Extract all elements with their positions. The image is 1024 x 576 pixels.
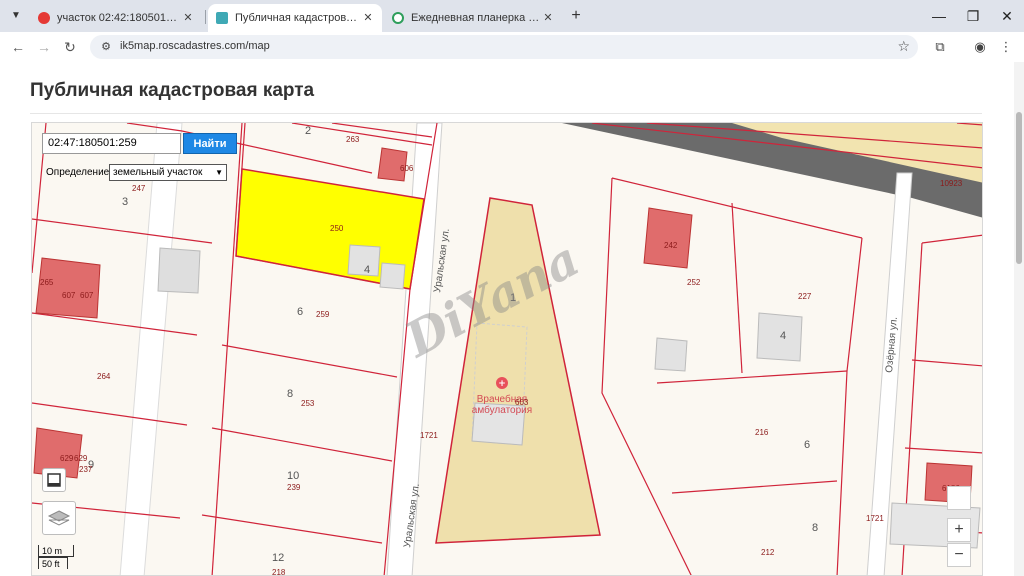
svg-text:+: + xyxy=(498,379,506,389)
block-number-label: 8 xyxy=(287,388,293,400)
building-grey xyxy=(379,262,406,290)
parcel-number-label: 237 xyxy=(79,465,93,474)
page-scrollbar[interactable] xyxy=(1014,62,1024,576)
parcel-number-label: 10923 xyxy=(940,179,963,188)
cadastral-map[interactable]: + Врачебная амбулатория Уральская ул. Ура… xyxy=(31,122,983,576)
back-arrow-icon[interactable]: ← xyxy=(8,37,28,57)
parcel-number-label: 263 xyxy=(346,135,360,144)
definition-label: Определение: xyxy=(46,167,113,178)
page-title: Публичная кадастровая карта xyxy=(30,80,315,101)
tab-planerka[interactable]: Ежедневная планерка с опера ✕ xyxy=(384,4,562,32)
parcel-number-label: 1721 xyxy=(420,431,438,440)
parcel-number-label: 629 xyxy=(60,454,74,463)
tab-uchastok[interactable]: участок 02:42:180501:259 — Ян ✕ xyxy=(30,4,202,32)
block-number-label: 2 xyxy=(305,125,311,137)
tab-close-icon[interactable]: ✕ xyxy=(360,10,376,26)
scrollbar-thumb[interactable] xyxy=(1016,112,1022,264)
parcel-hospital[interactable] xyxy=(435,197,601,544)
block-number-label: 4 xyxy=(780,330,786,342)
window-close-icon[interactable]: ✕ xyxy=(990,0,1024,32)
minimize-icon[interactable]: — xyxy=(922,0,956,32)
west-road xyxy=(119,123,183,575)
block-number-label: 6 xyxy=(297,306,303,318)
definition-select[interactable]: земельный участок ▼ xyxy=(109,164,227,181)
map-favicon-icon xyxy=(216,12,228,24)
find-button[interactable]: Найти xyxy=(183,133,237,154)
tab-separator xyxy=(205,10,206,24)
zoom-out-button[interactable]: − xyxy=(947,543,971,567)
block-number-label: 4 xyxy=(364,264,370,276)
map-canvas[interactable]: + Врачебнаяамбулатория Уральская ул. Ура… xyxy=(32,123,983,576)
building xyxy=(643,207,693,269)
block-number-label: 10 xyxy=(287,470,299,482)
parcel-number-label: 250 xyxy=(330,224,344,233)
parcel-number-label: 603 xyxy=(515,398,529,407)
title-divider xyxy=(30,113,982,114)
page-content: Публичная кадастровая карта + Врачебная … xyxy=(0,62,1024,576)
street-label: Уральская ул. xyxy=(432,228,452,294)
search-panel: 02:47:180501:259 Найти Определение: земе… xyxy=(42,131,240,184)
building xyxy=(35,257,101,319)
block-number-label: 12 xyxy=(272,552,284,564)
parcel-number-label: 227 xyxy=(798,292,812,301)
parcel-number-label: 264 xyxy=(97,372,111,381)
layers-icon xyxy=(47,510,71,526)
profile-avatar-icon[interactable]: ◉ xyxy=(970,37,990,57)
building-grey xyxy=(157,247,201,294)
tab-search-chevron-icon[interactable]: ▼ xyxy=(6,6,26,26)
cadastral-search-input[interactable]: 02:47:180501:259 xyxy=(42,133,181,154)
browser-tab-bar: ▼ участок 02:42:180501:259 — Ян ✕ Публич… xyxy=(0,0,1024,32)
definition-value: земельный участок xyxy=(113,167,203,178)
fullscreen-button[interactable] xyxy=(947,486,971,510)
parcel-number-label: 629 xyxy=(74,454,88,463)
parcel-number-label: 242 xyxy=(664,241,678,250)
parcel-number-label: 218 xyxy=(272,568,286,576)
parcel-number-label: 239 xyxy=(287,483,301,492)
tab-title: участок 02:42:180501:259 — Ян xyxy=(57,12,180,24)
scale-bar: 10 m 50 ft xyxy=(38,545,98,569)
address-bar[interactable]: ⚙ ik5map.roscadastres.com/map ☆ xyxy=(90,35,918,59)
block-number-label: 6 xyxy=(804,439,810,451)
scale-metric: 10 m xyxy=(38,545,74,557)
building-grey xyxy=(654,337,688,372)
tab-title: Публичная кадастровая карта xyxy=(235,12,360,24)
ruler-tool-button[interactable] xyxy=(42,468,66,492)
yandex-favicon-icon xyxy=(38,12,50,24)
restore-icon[interactable]: ❐ xyxy=(956,0,990,32)
tab-cadastral-map[interactable]: Публичная кадастровая карта ✕ xyxy=(208,4,382,32)
reload-icon[interactable]: ↻ xyxy=(60,37,80,57)
parcel-number-label: 607 xyxy=(80,291,94,300)
parcel-number-label: 607 xyxy=(62,291,76,300)
tab-close-icon[interactable]: ✕ xyxy=(540,10,556,26)
parcel-number-label: 265 xyxy=(40,278,54,287)
layers-button[interactable] xyxy=(42,501,76,535)
new-tab-plus-icon[interactable]: + xyxy=(566,6,586,26)
chevron-down-icon: ▼ xyxy=(215,168,223,177)
site-settings-icon[interactable]: ⚙ xyxy=(98,39,114,55)
forward-arrow-icon[interactable]: → xyxy=(34,37,54,57)
zoom-in-button[interactable]: + xyxy=(947,518,971,542)
globe-favicon-icon xyxy=(392,12,404,24)
url-text[interactable]: ik5map.roscadastres.com/map xyxy=(120,40,270,52)
browser-toolbar: ← → ↻ ⚙ ik5map.roscadastres.com/map ☆ ⧉ … xyxy=(0,32,1024,62)
parcel-number-label: 253 xyxy=(301,399,315,408)
scale-imperial: 50 ft xyxy=(38,557,68,569)
browser-menu-icon[interactable]: ⋮ xyxy=(996,37,1016,57)
ruler-icon xyxy=(47,473,61,487)
parcel-number-label: 1721 xyxy=(866,514,884,523)
parcel-number-label: 212 xyxy=(761,548,775,557)
tab-close-icon[interactable]: ✕ xyxy=(180,10,196,26)
extensions-puzzle-icon[interactable]: ⧉ xyxy=(930,37,950,57)
parcel-number-label: 259 xyxy=(316,310,330,319)
parcel-number-label: 252 xyxy=(687,278,701,287)
parcel-number-label: 216 xyxy=(755,428,769,437)
parcel-number-label: 247 xyxy=(132,184,146,193)
parcel-number-label: 606 xyxy=(400,164,414,173)
bookmark-star-icon[interactable]: ☆ xyxy=(897,38,910,55)
tab-title: Ежедневная планерка с опера xyxy=(411,12,540,24)
block-number-label: 8 xyxy=(812,522,818,534)
block-number-label: 3 xyxy=(122,196,128,208)
